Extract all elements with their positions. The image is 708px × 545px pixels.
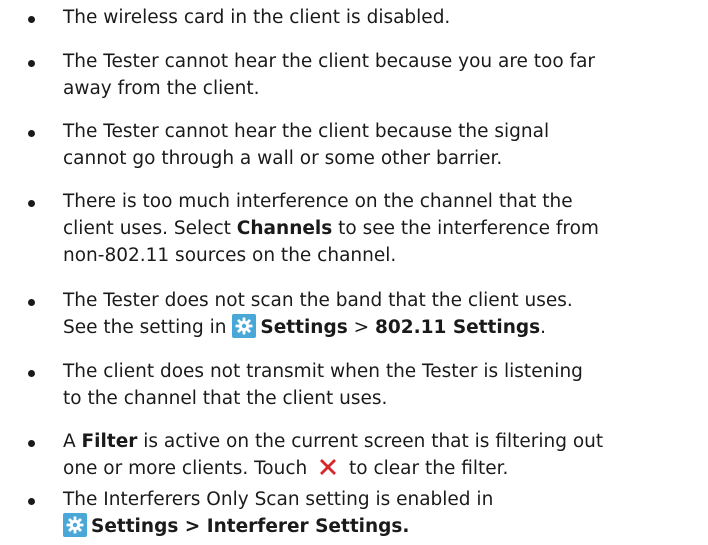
list-item-text: The Interferers Only Scan setting is ena… [63, 486, 703, 540]
list-item-text: The client does not transmit when the Te… [63, 358, 703, 412]
text-run: one or more clients. Touch [63, 458, 314, 479]
text-line: The wireless card in the client is disab… [63, 7, 451, 28]
bullet-icon [28, 498, 35, 505]
wifi-settings-term: 802.11 Settings [374, 317, 541, 338]
text-line: There is too much interference on the ch… [63, 191, 573, 212]
text-line: The Tester cannot hear the client becaus… [63, 51, 596, 72]
text-line: client uses. Select Channels to see the … [63, 215, 703, 242]
list-item-text: A Filter is active on the current screen… [63, 428, 703, 482]
text-line: A Filter is active on the current screen… [63, 428, 703, 455]
text-line: Settings > Interferer Settings. [63, 513, 703, 540]
text-run: . [540, 317, 547, 338]
list-item-text: The Tester cannot hear the client becaus… [63, 118, 703, 172]
bullet-icon [28, 200, 35, 207]
interferer-settings-term: Settings > Interferer Settings. [91, 516, 410, 537]
gear-icon [63, 513, 87, 537]
text-line: cannot go through a wall or some other b… [63, 148, 503, 169]
text-run: to see the interference from [332, 218, 599, 239]
text-line: non-802.11 sources on the channel. [63, 245, 397, 266]
bullet-icon [28, 440, 35, 447]
bullet-icon [28, 130, 35, 137]
filter-term: Filter [81, 431, 138, 452]
list-item-text: The wireless card in the client is disab… [63, 4, 703, 31]
bullet-icon [28, 299, 35, 306]
bullet-icon [28, 370, 35, 377]
document-page: The wireless card in the client is disab… [0, 0, 708, 544]
text-run: client uses. Select [63, 218, 237, 239]
channels-term: Channels [236, 218, 333, 239]
text-run: to clear the filter. [343, 458, 509, 479]
text-line: one or more clients. Touch to clear the … [63, 455, 703, 482]
text-run: See the setting in [63, 317, 233, 338]
text-line: away from the client. [63, 78, 260, 99]
clear-filter-x-icon [316, 455, 340, 479]
list-item-text: There is too much interference on the ch… [63, 188, 703, 269]
settings-term: Settings [260, 317, 348, 338]
text-line: to the channel that the client uses. [63, 388, 388, 409]
text-run: is active on the current screen that is … [137, 431, 604, 452]
text-run: A [63, 431, 82, 452]
text-line: See the setting in Settings > 802.11 Set… [63, 314, 703, 341]
gear-icon [232, 314, 257, 338]
list-item-text: The Tester does not scan the band that t… [63, 287, 703, 341]
text-line: The Tester does not scan the band that t… [63, 290, 573, 311]
list-item-text: The Tester cannot hear the client becaus… [63, 48, 703, 102]
text-line: The Tester cannot hear the client becaus… [63, 121, 550, 142]
text-line: The Interferers Only Scan setting is ena… [63, 489, 494, 510]
bullet-icon [28, 60, 35, 67]
text-run: > [347, 317, 375, 338]
bullet-icon [28, 16, 35, 23]
text-line: The client does not transmit when the Te… [63, 361, 583, 382]
